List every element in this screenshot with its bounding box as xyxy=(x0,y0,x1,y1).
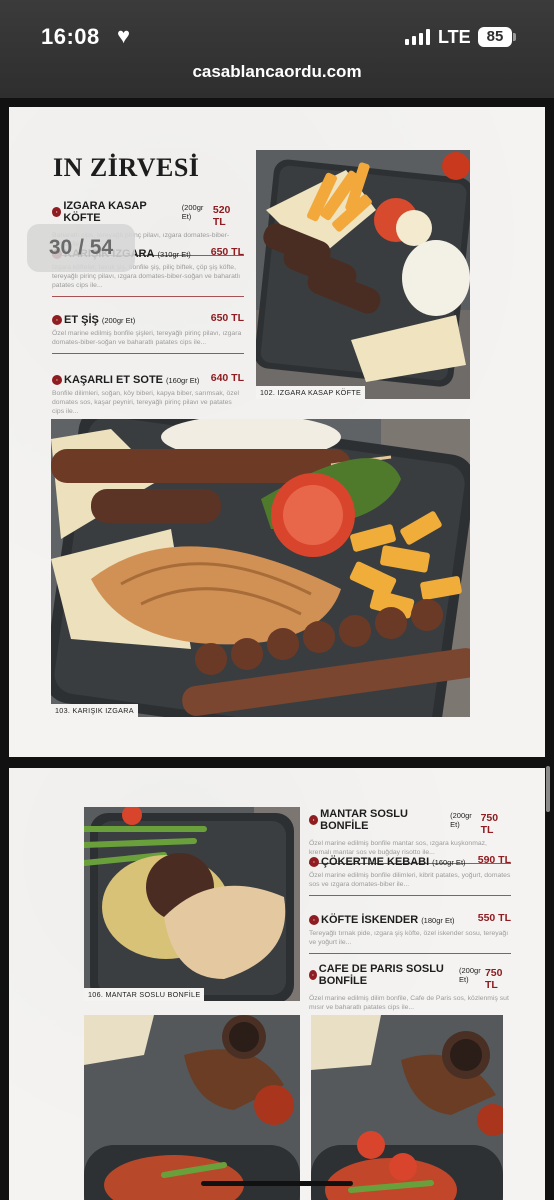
photo-kofte-iskender[interactable] xyxy=(311,1015,503,1200)
item-badge-icon: • xyxy=(309,857,319,867)
food-illustration xyxy=(311,1015,503,1200)
item-name: IZGARA KASAP KÖFTE xyxy=(63,200,147,224)
divider xyxy=(309,953,511,954)
item-portion: (200gr Et) xyxy=(450,811,472,829)
photo-caption: 103. KARIŞIK IZGARA xyxy=(51,704,138,717)
photo-mantar-soslu-bonfile[interactable]: 106. MANTAR SOSLU BONFİLE xyxy=(84,807,300,1001)
item-price: 520 TL xyxy=(212,204,231,228)
item-name: ET ŞİŞ xyxy=(64,314,99,326)
section-title: IN ZİRVESİ xyxy=(53,153,200,182)
item-description: Tereyağlı tırnak pide, ızgara şiş köfte,… xyxy=(309,930,509,946)
battery-icon: 85 xyxy=(478,27,512,47)
item-badge-icon: • xyxy=(309,970,317,980)
item-badge-icon: • xyxy=(309,915,319,925)
photo-kasap-kofte[interactable]: 102. IZGARA KASAP KÖFTE xyxy=(256,150,470,399)
food-illustration xyxy=(84,807,300,1001)
photo-caption: 106. MANTAR SOSLU BONFİLE xyxy=(84,988,205,1001)
food-illustration xyxy=(51,419,470,717)
item-badge-icon: • xyxy=(52,207,62,217)
divider xyxy=(52,296,244,297)
status-time: 16:08 xyxy=(41,24,100,49)
item-price: 750 TL xyxy=(480,812,499,836)
item-price: 550 TL xyxy=(477,912,511,924)
item-name: KÖFTE İSKENDER xyxy=(321,914,419,926)
menu-item[interactable]: • KÖFTE İSKENDER (180gr Et) 550 TL Terey… xyxy=(309,912,511,954)
browser-chrome: 16:08 ♥ LTE 85 casablancaordu.com xyxy=(0,0,554,98)
item-price: 590 TL xyxy=(477,854,511,866)
menu-page-31: 106. MANTAR SOSLU BONFİLE • MANTAR SOSLU… xyxy=(9,768,545,1200)
item-name: ÇÖKERTME KEBABI xyxy=(321,856,430,868)
item-portion: (180gr Et) xyxy=(421,915,455,925)
food-illustration xyxy=(84,1015,300,1200)
item-portion: (160gr Et) xyxy=(432,857,466,867)
item-description: Bonfile dilimleri, soğan, köy biberi, ka… xyxy=(52,390,240,415)
item-name: CAFE DE PARIS SOSLU BONFİLE xyxy=(318,963,444,987)
menu-item[interactable]: • KAŞARLI ET SOTE (160gr Et) 640 TL Bonf… xyxy=(52,372,244,416)
home-indicator[interactable] xyxy=(201,1181,353,1186)
divider xyxy=(309,895,511,896)
food-illustration xyxy=(256,150,470,399)
page-indicator: 30 / 54 xyxy=(27,224,135,272)
item-badge-icon: • xyxy=(309,815,319,825)
scrollbar-handle[interactable] xyxy=(546,766,550,812)
item-portion: (160gr Et) xyxy=(166,375,200,385)
item-name: KAŞARLI ET SOTE xyxy=(64,374,164,386)
item-price: 650 TL xyxy=(210,246,244,258)
item-badge-icon: • xyxy=(52,375,62,385)
item-portion: (200gr Et) xyxy=(459,966,481,984)
item-portion: (200gr Et) xyxy=(181,203,204,221)
item-description: Özel marine edilmiş bonfile dilimleri, k… xyxy=(309,872,511,888)
menu-item[interactable]: • ÇÖKERTME KEBABI (160gr Et) 590 TL Özel… xyxy=(309,854,511,896)
photo-cokertme-kebabi[interactable] xyxy=(84,1015,300,1200)
signal-icon xyxy=(405,29,430,45)
url-bar[interactable]: casablancaordu.com xyxy=(0,62,554,82)
menu-page-30: IN ZİRVESİ • IZGARA KASAP KÖFTE (200gr E… xyxy=(9,107,545,757)
item-price: 750 TL xyxy=(484,967,503,991)
divider xyxy=(52,353,244,354)
item-description: Özel marine edilmiş dilim bonfile, Cafe … xyxy=(309,995,509,1011)
item-price: 640 TL xyxy=(210,372,244,384)
item-name: MANTAR SOSLU BONFİLE xyxy=(320,808,408,832)
photo-caption: 102. IZGARA KASAP KÖFTE xyxy=(256,386,366,399)
network-label: LTE xyxy=(438,27,471,47)
item-badge-icon: • xyxy=(52,315,62,325)
item-portion: (200gr Et) xyxy=(101,315,136,325)
photo-karisik-izgara[interactable]: 103. KARIŞIK IZGARA xyxy=(51,419,470,717)
heart-icon: ♥ xyxy=(117,23,131,48)
battery-cap xyxy=(513,33,516,41)
item-price: 650 TL xyxy=(210,312,244,324)
menu-item[interactable]: • CAFE DE PARIS SOSLU BONFİLE (200gr Et)… xyxy=(309,963,511,1012)
menu-item[interactable]: • ET ŞİŞ (200gr Et) 650 TL Özel marine e… xyxy=(52,312,244,354)
page-viewer[interactable]: 30 / 54 IN ZİRVESİ • IZGARA KASAP KÖFTE … xyxy=(0,98,554,1200)
item-portion: (310gr Et) xyxy=(157,249,191,259)
item-description: Özel marine edilmiş bonfile şişleri, ter… xyxy=(52,330,242,346)
